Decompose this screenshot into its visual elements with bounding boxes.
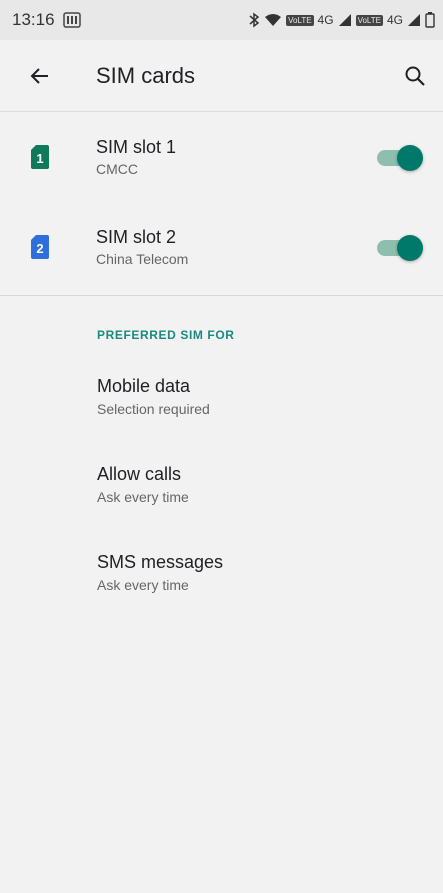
svg-text:2: 2 xyxy=(36,241,43,256)
page-title: SIM cards xyxy=(96,62,196,88)
signal-strength-2-icon xyxy=(407,13,421,27)
volte-badge-1: VoLTE xyxy=(286,14,314,26)
sim-slot-2-row[interactable]: 2 SIM slot 2 China Telecom xyxy=(0,202,443,292)
network-type-2: 4G xyxy=(386,13,403,27)
pref-item-subtitle: Ask every time xyxy=(97,576,189,593)
pref-item-subtitle: Ask every time xyxy=(97,488,189,505)
sim-slot-1-row[interactable]: 1 SIM slot 1 CMCC xyxy=(0,112,443,202)
search-icon xyxy=(405,66,425,86)
pref-item-title: Mobile data xyxy=(97,375,191,396)
pref-item-title: SMS messages xyxy=(97,551,224,572)
sim-slot-1-carrier: CMCC xyxy=(96,161,138,177)
volte-badge-2: VoLTE xyxy=(355,14,383,26)
wifi-icon xyxy=(264,13,282,27)
signal-strength-1-icon xyxy=(338,13,352,27)
pref-item-subtitle: Selection required xyxy=(97,400,210,417)
arrow-back-icon xyxy=(30,67,48,84)
app-bar: SIM cards xyxy=(0,40,443,112)
pref-item-title: Allow calls xyxy=(97,463,182,484)
bluetooth-icon xyxy=(248,12,260,28)
preferred-sim-header: PREFERRED SIM FOR xyxy=(97,328,235,342)
pref-item-allow-calls[interactable]: Allow calls Ask every time xyxy=(0,440,443,528)
status-bar: 13:16 VoLTE 4G VoLTE 4G xyxy=(0,0,443,40)
pref-item-sms-messages[interactable]: SMS messages Ask every time xyxy=(0,528,443,616)
sim-card-notification-icon xyxy=(62,12,81,28)
sim-slot-2-toggle[interactable] xyxy=(373,233,425,261)
pref-item-mobile-data[interactable]: Mobile data Selection required xyxy=(0,352,443,440)
sim-slot-2-carrier: China Telecom xyxy=(96,251,189,267)
status-time: 13:16 xyxy=(12,10,55,29)
battery-icon xyxy=(425,12,435,28)
svg-text:1: 1 xyxy=(36,151,43,166)
back-button[interactable] xyxy=(0,40,80,111)
sim-card-1-icon: 1 xyxy=(31,145,49,169)
sim-slot-1-title: SIM slot 1 xyxy=(96,137,177,157)
search-button[interactable] xyxy=(387,40,443,111)
network-type-1: 4G xyxy=(317,13,334,27)
sim-slot-2-title: SIM slot 2 xyxy=(96,227,177,247)
sim-slot-1-toggle[interactable] xyxy=(373,143,425,171)
sim-card-2-icon: 2 xyxy=(31,235,49,259)
